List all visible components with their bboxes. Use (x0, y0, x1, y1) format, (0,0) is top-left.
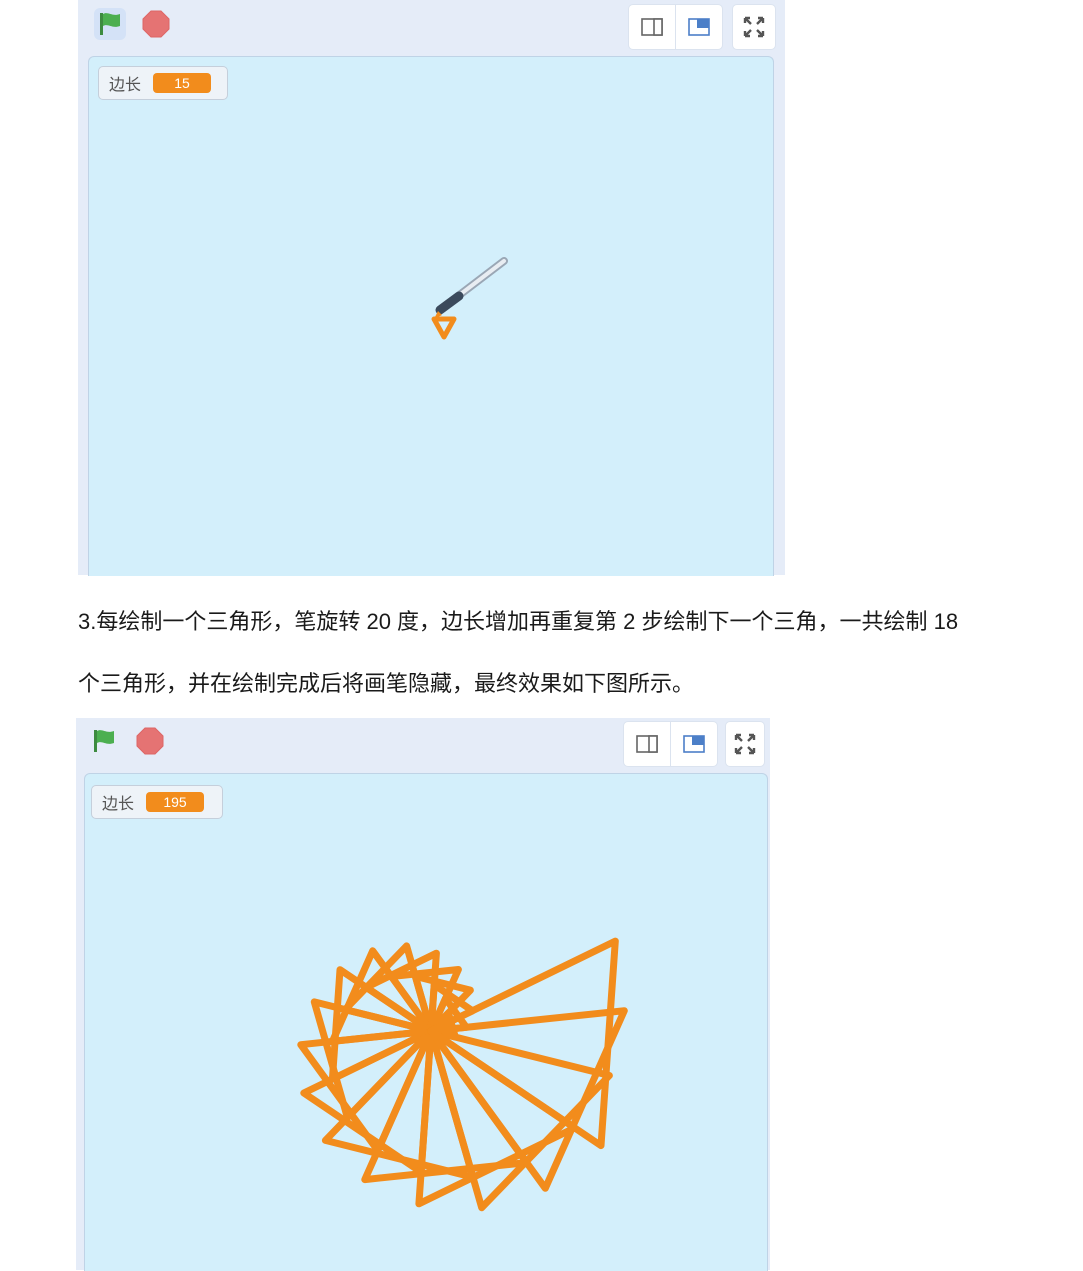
pen-drawing (431, 257, 508, 340)
stage-window-2: 边长 195 (76, 718, 770, 1271)
stage-size-toggle (629, 5, 722, 49)
stage-canvas[interactable]: 边长 195 (84, 773, 768, 1271)
normal-stage-icon (683, 735, 705, 753)
stop-icon (142, 10, 170, 38)
small-stage-button[interactable] (624, 722, 670, 766)
stop-button[interactable] (134, 725, 166, 757)
fullscreen-button[interactable] (726, 722, 764, 766)
stage-size-toggle (624, 722, 717, 766)
instruction-line-2: 个三角形，并在绘制完成后将画笔隐藏，最终效果如下图所示。 (78, 671, 695, 696)
fullscreen-button[interactable] (733, 5, 775, 49)
green-flag-icon (100, 13, 120, 35)
small-triangle (431, 316, 457, 340)
green-flag-icon (94, 730, 114, 752)
small-stage-button[interactable] (629, 5, 675, 49)
triangle-spiral-drawing (297, 937, 628, 1212)
small-stage-icon (641, 18, 663, 36)
fullscreen-icon (743, 16, 765, 38)
stage-toolbar (78, 0, 785, 52)
normal-stage-icon (688, 18, 710, 36)
green-flag-button[interactable] (88, 725, 120, 757)
stop-button[interactable] (140, 8, 172, 40)
stop-icon (136, 727, 164, 755)
stage-toolbar (76, 718, 770, 770)
small-stage-icon (636, 735, 658, 753)
normal-stage-button[interactable] (675, 5, 722, 49)
instruction-line-1: 3.每绘制一个三角形，笔旋转 20 度，边长增加再重复第 2 步绘制下一个三角，… (78, 609, 959, 634)
fullscreen-icon (734, 733, 756, 755)
stage-window-1: 边长 15 (78, 0, 785, 576)
normal-stage-button[interactable] (670, 722, 717, 766)
stage-canvas[interactable]: 边长 15 (88, 56, 774, 576)
pen-sprite-icon (434, 257, 508, 319)
green-flag-button[interactable] (94, 8, 126, 40)
